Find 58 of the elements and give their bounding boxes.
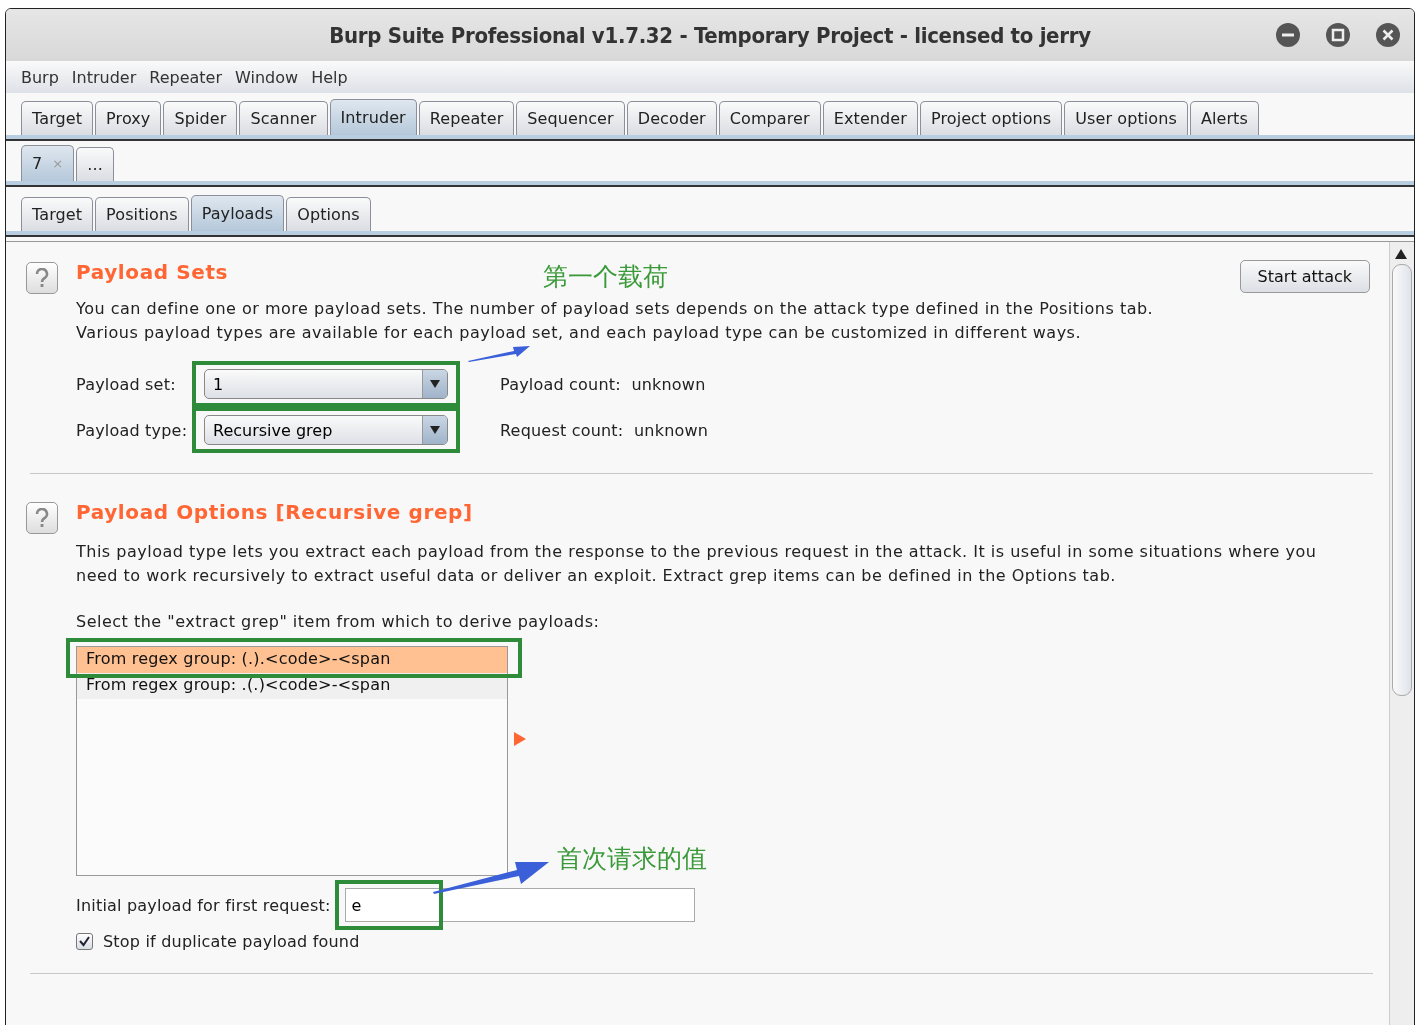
description-text: You can define one or more payload sets. The number of payload sets depends on the attack type defined in the Positions tab. bbox=[76, 298, 1155, 320]
section-title: Payload Sets bbox=[76, 260, 229, 284]
main-tab[interactable]: Repeater bbox=[418, 101, 515, 135]
grep-list[interactable]: From regex group: (.).<code>-<span From regex group: .(.)<code>-<span bbox=[76, 646, 508, 876]
dropdown[interactable]: 1 bbox=[204, 369, 448, 399]
info-text: Request count: unknown bbox=[500, 420, 709, 440]
main-tab[interactable]: Proxy bbox=[95, 101, 162, 135]
field-label: Payload type: bbox=[76, 420, 189, 440]
section-title: Payload Options [Recursive grep] bbox=[76, 500, 474, 524]
main-tab[interactable]: Scanner bbox=[239, 101, 328, 135]
annotation-text: 首次请求的值 bbox=[556, 843, 707, 875]
minimize-icon[interactable] bbox=[1276, 23, 1300, 47]
help-icon[interactable] bbox=[26, 502, 58, 534]
sub-tab[interactable]: Payloads bbox=[190, 195, 285, 231]
checkbox-label: Stop if duplicate payload found bbox=[103, 932, 360, 951]
main-tab[interactable]: Target bbox=[21, 101, 94, 135]
dropdown[interactable]: Recursive grep bbox=[204, 415, 448, 445]
start-attack-button[interactable]: Start attack bbox=[1239, 260, 1370, 293]
main-tab[interactable]: Sequencer bbox=[516, 101, 625, 135]
checkbox[interactable] bbox=[76, 933, 93, 950]
sub-tab[interactable]: Positions bbox=[95, 197, 189, 231]
main-tab[interactable]: Comparer bbox=[718, 101, 821, 135]
annotation-text: 第一个载荷 bbox=[543, 261, 668, 293]
help-icon[interactable] bbox=[26, 262, 58, 294]
scrollbar[interactable] bbox=[1389, 242, 1414, 1025]
field-label: Initial payload for first request: bbox=[76, 895, 331, 915]
caret-icon bbox=[430, 380, 440, 388]
close-icon[interactable] bbox=[1376, 23, 1400, 47]
list-label: Select the "extract grep" item from which to derive payloads: bbox=[76, 611, 601, 633]
main-tab[interactable]: Project options bbox=[919, 101, 1063, 135]
main-tab[interactable]: User options bbox=[1064, 101, 1188, 135]
main-tab[interactable]: Extender bbox=[822, 101, 918, 135]
maximize-icon[interactable] bbox=[1326, 23, 1350, 47]
arrow bbox=[468, 346, 530, 362]
description-text: This payload type lets you extract each payload from the response to the previous request in the attack. It is useful in some situations where you bbox=[76, 541, 1318, 563]
description-text: Various payload types are available for each payload set, and each payload type can be customized in different ways. bbox=[76, 322, 1082, 344]
caret-icon bbox=[430, 426, 440, 434]
main-tab[interactable]: Spider bbox=[163, 101, 238, 135]
menu-item[interactable]: Help bbox=[311, 67, 348, 87]
play-icon[interactable] bbox=[514, 732, 526, 746]
description-text: need to work recursively to extract useful data or deliver an exploit. Extract grep items can be defined in the Options tab. bbox=[76, 565, 1117, 587]
menu-item[interactable]: Window bbox=[235, 67, 299, 87]
main-tab[interactable]: Alerts bbox=[1189, 101, 1259, 135]
window-title: Burp Suite Professional v1.7.32 - Temporary Project - licensed to jerry bbox=[329, 22, 1091, 48]
input-field[interactable]: e bbox=[344, 888, 695, 922]
main-tab[interactable]: Intruder bbox=[329, 99, 417, 135]
main-tab[interactable]: Decoder bbox=[626, 101, 717, 135]
field-label: Payload set: bbox=[76, 374, 177, 394]
sub-tab[interactable]: Target bbox=[21, 197, 94, 231]
scroll-up-icon[interactable] bbox=[1395, 248, 1407, 260]
attack-tab[interactable]: 7 × bbox=[21, 145, 75, 181]
sub-tab[interactable]: Options bbox=[286, 197, 371, 231]
list-item[interactable]: From regex group: (.).<code>-<span bbox=[77, 647, 507, 673]
attack-tab[interactable]: ... bbox=[76, 147, 114, 181]
menu-item[interactable]: Intruder bbox=[71, 67, 137, 87]
menu-item[interactable]: Repeater bbox=[149, 67, 223, 87]
info-text: Payload count: unknown bbox=[500, 374, 706, 394]
menu-item[interactable]: Burp bbox=[21, 67, 59, 87]
